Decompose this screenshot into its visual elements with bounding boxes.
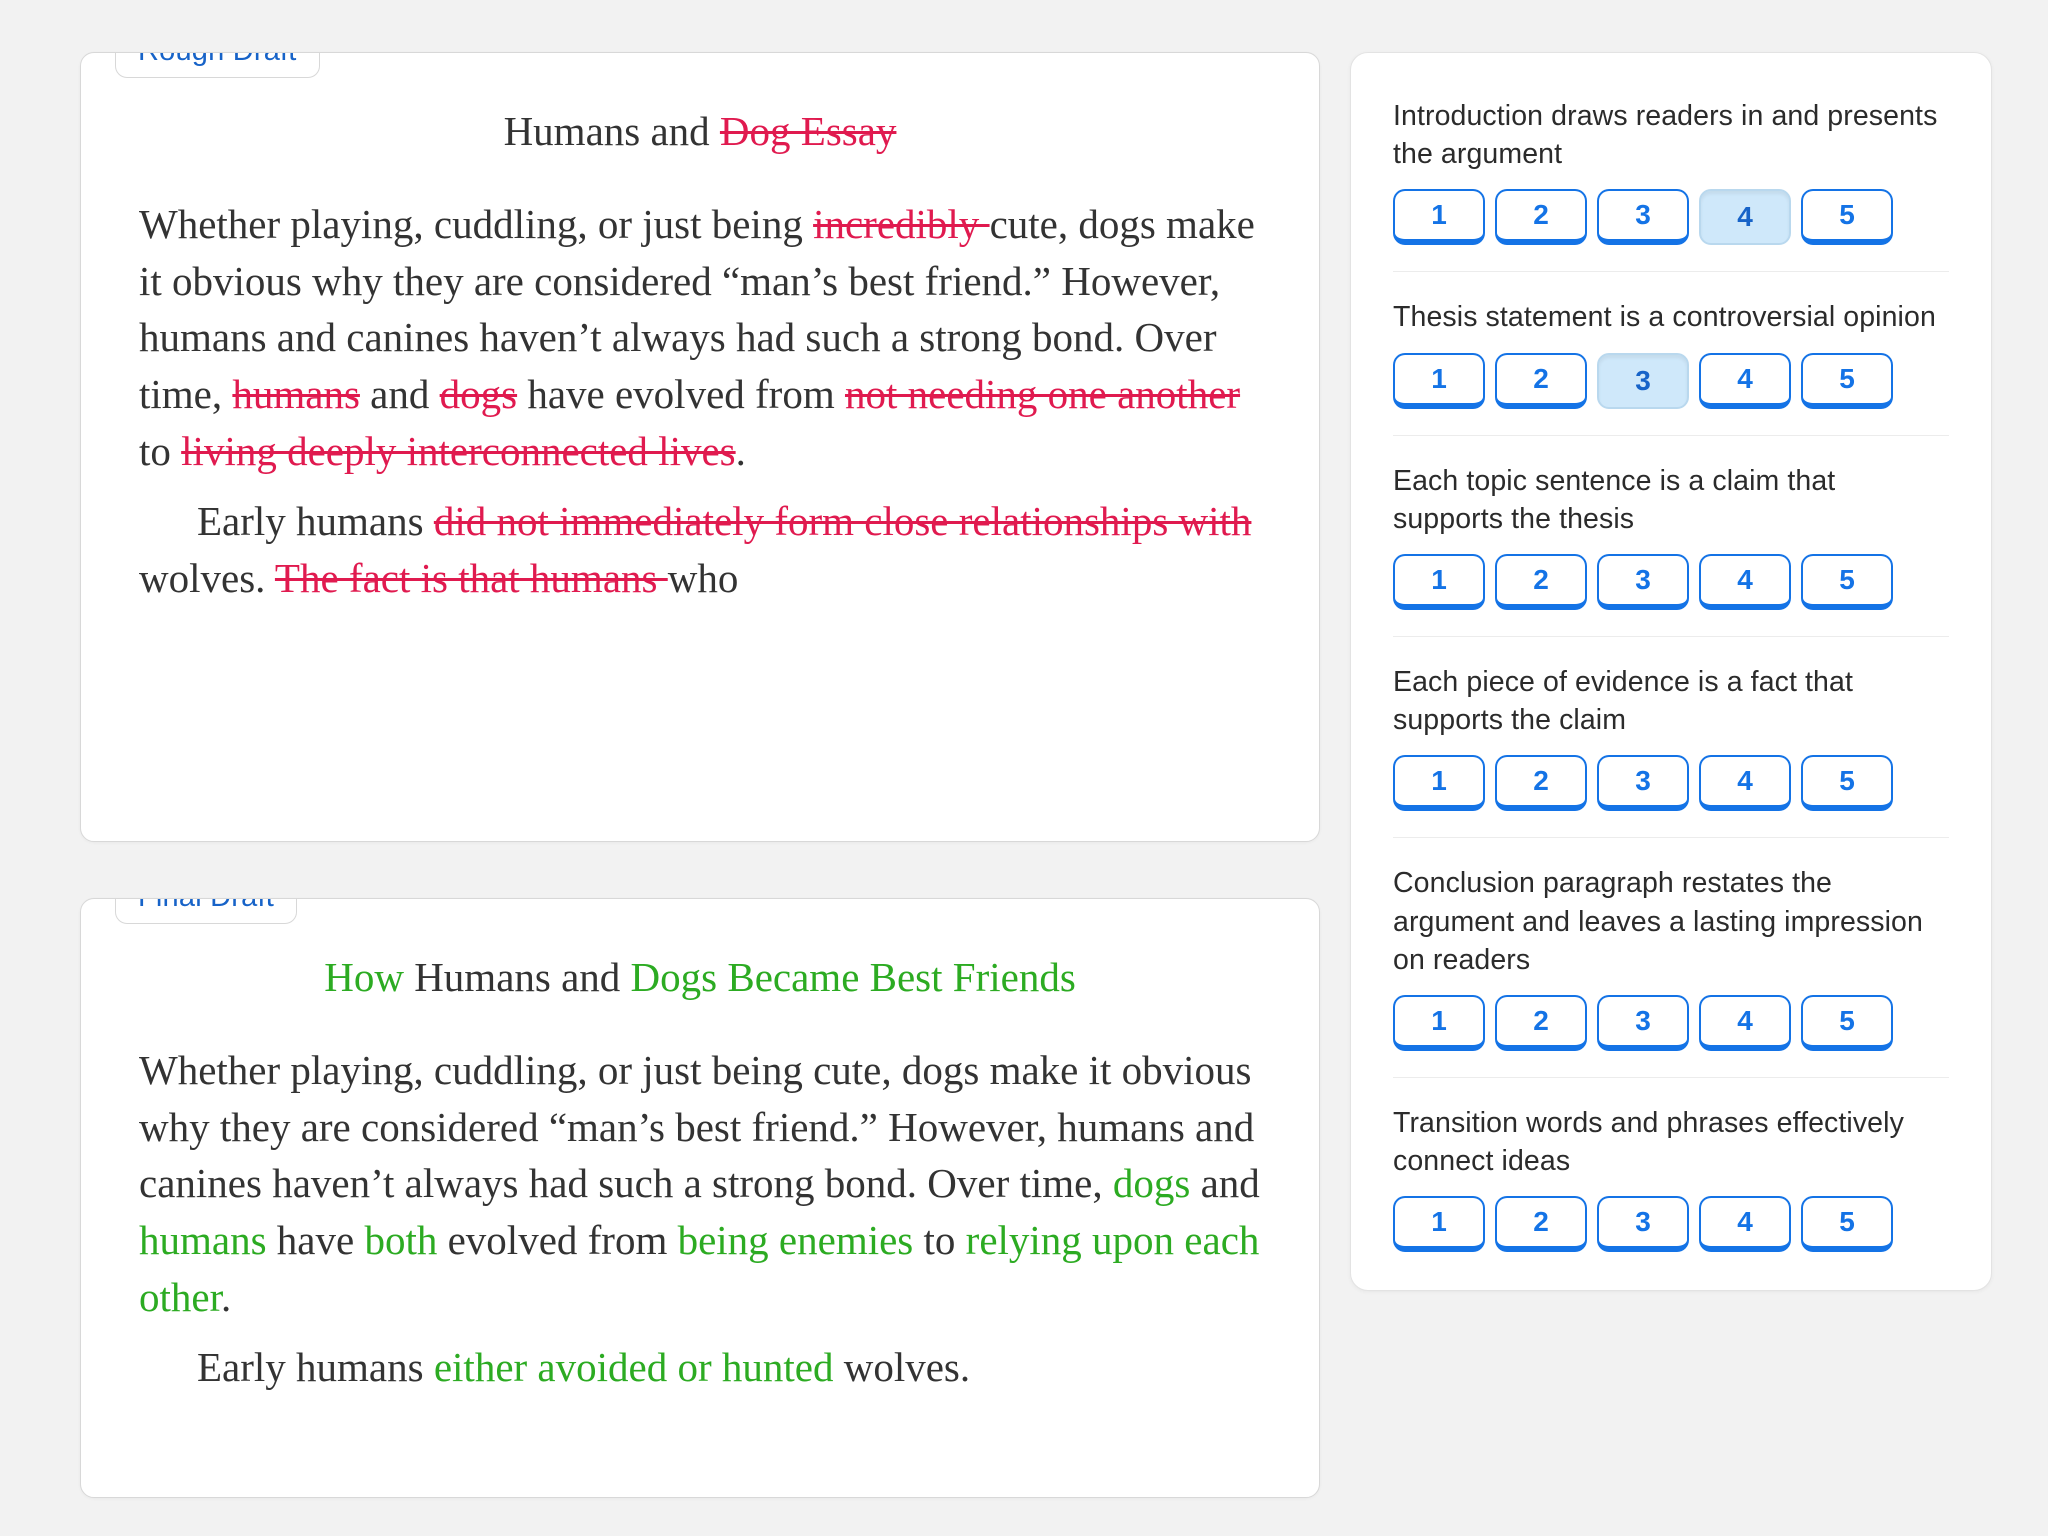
- drafts-column: Rough Draft Humans and Dog Essay Whether…: [80, 52, 1320, 1536]
- rubric-item: Thesis statement is a controversial opin…: [1393, 298, 1949, 435]
- rating-button-5[interactable]: 5: [1801, 353, 1893, 409]
- rubric-item: Introduction draws readers in and presen…: [1393, 97, 1949, 272]
- deleted-text: The fact is that humans: [275, 555, 668, 601]
- body-text: to: [139, 428, 181, 474]
- inserted-text: being enemies: [678, 1217, 914, 1263]
- deleted-text: did not immediately form close relations…: [434, 498, 1252, 544]
- body-text: have evolved from: [517, 371, 845, 417]
- body-text: .: [221, 1274, 231, 1320]
- draft-paragraph: Whether playing, cuddling, or just being…: [139, 196, 1261, 479]
- rating-button-2[interactable]: 2: [1495, 1196, 1587, 1252]
- rubric-item: Each piece of evidence is a fact that su…: [1393, 663, 1949, 838]
- rating-button-3[interactable]: 3: [1597, 1196, 1689, 1252]
- rating-scale: 12345: [1393, 554, 1949, 610]
- inserted-text: either avoided or hunted: [434, 1344, 834, 1390]
- rating-button-5[interactable]: 5: [1801, 189, 1893, 245]
- inserted-text: both: [364, 1217, 437, 1263]
- body-text: wolves.: [833, 1344, 970, 1390]
- inserted-text: How: [324, 954, 414, 1000]
- deleted-text: incredibly: [813, 201, 989, 247]
- rubric-criterion-label: Transition words and phrases effectively…: [1393, 1104, 1949, 1180]
- body-text: have: [267, 1217, 365, 1263]
- body-text: who: [668, 555, 739, 601]
- rubric-item: Conclusion paragraph restates the argume…: [1393, 864, 1949, 1078]
- body-text: and: [1190, 1160, 1259, 1206]
- rating-button-5[interactable]: 5: [1801, 554, 1893, 610]
- rating-button-2[interactable]: 2: [1495, 554, 1587, 610]
- rubric-criterion-label: Each piece of evidence is a fact that su…: [1393, 663, 1949, 739]
- rating-button-5[interactable]: 5: [1801, 755, 1893, 811]
- rubric-list: Introduction draws readers in and presen…: [1393, 97, 1949, 1256]
- rating-scale: 12345: [1393, 189, 1949, 245]
- rating-scale: 12345: [1393, 1196, 1949, 1252]
- rating-button-3[interactable]: 3: [1597, 995, 1689, 1051]
- rubric-criterion-label: Thesis statement is a controversial opin…: [1393, 298, 1949, 336]
- rough-draft-legend: Rough Draft: [115, 52, 320, 78]
- rating-scale: 12345: [1393, 353, 1949, 409]
- body-text: Humans and: [414, 954, 630, 1000]
- rating-button-2[interactable]: 2: [1495, 755, 1587, 811]
- rating-button-1[interactable]: 1: [1393, 755, 1485, 811]
- final-draft-body: Whether playing, cuddling, or just being…: [139, 1042, 1261, 1395]
- rubric-criterion-label: Each topic sentence is a claim that supp…: [1393, 462, 1949, 538]
- deleted-text: not needing one another: [845, 371, 1240, 417]
- draft-paragraph: Whether playing, cuddling, or just being…: [139, 1042, 1261, 1325]
- inserted-text: Dogs Became Best Friends: [631, 954, 1076, 1000]
- rough-draft-title: Humans and Dog Essay: [139, 107, 1261, 156]
- rating-button-4[interactable]: 4: [1699, 1196, 1791, 1252]
- rating-button-2[interactable]: 2: [1495, 995, 1587, 1051]
- body-text: Humans and: [504, 108, 720, 154]
- deleted-text: Dog Essay: [720, 108, 897, 154]
- rating-button-4[interactable]: 4: [1699, 995, 1791, 1051]
- rating-button-1[interactable]: 1: [1393, 995, 1485, 1051]
- body-text: Whether playing, cuddling, or just being…: [139, 1047, 1254, 1206]
- rubric-item: Each topic sentence is a claim that supp…: [1393, 462, 1949, 637]
- rating-scale: 12345: [1393, 755, 1949, 811]
- deleted-text: humans: [232, 371, 360, 417]
- rating-button-4[interactable]: 4: [1699, 189, 1791, 245]
- rating-button-1[interactable]: 1: [1393, 1196, 1485, 1252]
- rating-button-2[interactable]: 2: [1495, 353, 1587, 409]
- final-draft-card: Final Draft How Humans and Dogs Became B…: [80, 898, 1320, 1498]
- rating-button-3[interactable]: 3: [1597, 189, 1689, 245]
- body-text: to: [913, 1217, 965, 1263]
- rough-draft-body: Whether playing, cuddling, or just being…: [139, 196, 1261, 606]
- rating-button-2[interactable]: 2: [1495, 189, 1587, 245]
- rating-button-4[interactable]: 4: [1699, 353, 1791, 409]
- body-text: evolved from: [437, 1217, 677, 1263]
- rubric-criterion-label: Conclusion paragraph restates the argume…: [1393, 864, 1949, 979]
- rating-scale: 12345: [1393, 995, 1949, 1051]
- rating-button-4[interactable]: 4: [1699, 554, 1791, 610]
- body-text: Early humans: [197, 1344, 434, 1390]
- inserted-text: dogs: [1113, 1160, 1190, 1206]
- rating-button-1[interactable]: 1: [1393, 189, 1485, 245]
- body-text: .: [736, 428, 746, 474]
- inserted-text: humans: [139, 1217, 267, 1263]
- body-text: Early humans: [197, 498, 434, 544]
- rubric-criterion-label: Introduction draws readers in and presen…: [1393, 97, 1949, 173]
- rating-button-5[interactable]: 5: [1801, 995, 1893, 1051]
- rubric-card: Introduction draws readers in and presen…: [1350, 52, 1992, 1291]
- draft-paragraph: Early humans either avoided or hunted wo…: [139, 1339, 1261, 1396]
- rubric-item: Transition words and phrases effectively…: [1393, 1104, 1949, 1256]
- rating-button-3[interactable]: 3: [1597, 755, 1689, 811]
- rough-draft-card: Rough Draft Humans and Dog Essay Whether…: [80, 52, 1320, 842]
- final-draft-legend: Final Draft: [115, 898, 297, 924]
- rubric-column: Introduction draws readers in and presen…: [1350, 52, 1992, 1536]
- rating-button-3[interactable]: 3: [1597, 554, 1689, 610]
- rating-button-5[interactable]: 5: [1801, 1196, 1893, 1252]
- rating-button-1[interactable]: 1: [1393, 554, 1485, 610]
- rating-button-3[interactable]: 3: [1597, 353, 1689, 409]
- draft-paragraph: Early humans did not immediately form cl…: [139, 493, 1261, 606]
- rating-button-4[interactable]: 4: [1699, 755, 1791, 811]
- body-text: Whether playing, cuddling, or just being: [139, 201, 813, 247]
- rating-button-1[interactable]: 1: [1393, 353, 1485, 409]
- deleted-text: living deeply interconnected lives: [181, 428, 735, 474]
- final-draft-title: How Humans and Dogs Became Best Friends: [139, 953, 1261, 1002]
- body-text: wolves.: [139, 555, 275, 601]
- deleted-text: dogs: [440, 371, 517, 417]
- body-text: and: [360, 371, 440, 417]
- page-root: Rough Draft Humans and Dog Essay Whether…: [0, 0, 2048, 1536]
